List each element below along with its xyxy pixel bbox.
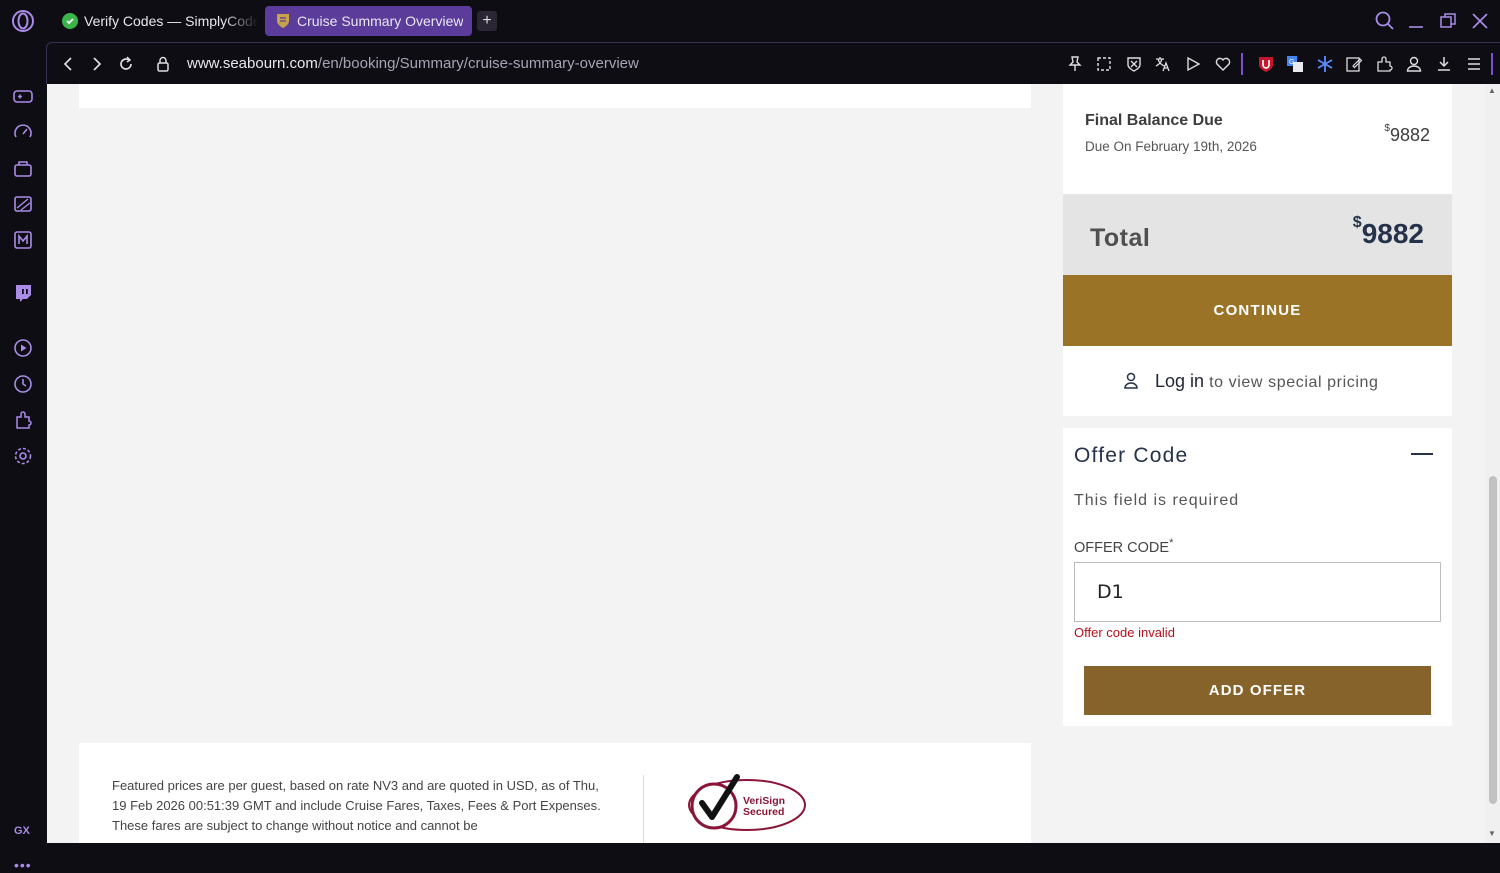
footer-card: Featured prices are per guest, based on … (79, 743, 1031, 843)
offer-code-panel: Offer Code This field is required OFFER … (1063, 428, 1452, 726)
address-bar: www.seabourn.com/en/booking/Summary/crui… (46, 42, 1500, 84)
final-balance-card: Final Balance Due Due On February 19th, … (1063, 84, 1452, 194)
offer-code-input[interactable] (1074, 562, 1441, 622)
m-icon[interactable] (12, 229, 34, 251)
gamepad-icon[interactable] (12, 85, 34, 107)
url-field[interactable]: www.seabourn.com/en/booking/Summary/crui… (187, 55, 639, 72)
tab-verify-codes[interactable]: Verify Codes — SimplyCodes (52, 6, 258, 36)
scrollbar-thumb[interactable] (1489, 476, 1497, 804)
pricing-disclaimer: Featured prices are per guest, based on … (112, 778, 601, 833)
offer-code-label-text: OFFER CODE (1074, 539, 1170, 556)
ublock-icon[interactable] (1257, 55, 1275, 73)
settings-icon[interactable] (12, 445, 34, 467)
adblock-icon[interactable] (1125, 55, 1143, 73)
minimize-icon[interactable] (1405, 10, 1427, 32)
offer-code-error: Offer code invalid (1074, 625, 1175, 640)
collapse-icon[interactable] (1411, 453, 1433, 455)
total-label: Total (1090, 224, 1151, 252)
download-icon[interactable] (1435, 55, 1453, 73)
reload-icon[interactable] (117, 55, 135, 73)
final-balance-amount: $9882 (1384, 123, 1430, 146)
svg-text:G: G (1289, 59, 1294, 66)
scroll-down-icon[interactable]: ▼ (1488, 829, 1496, 838)
edit-icon[interactable] (1345, 55, 1363, 73)
url-host: www.seabourn.com (187, 55, 318, 72)
divider (643, 775, 644, 843)
total-amount: $9882 (1353, 214, 1424, 250)
shield-icon (275, 13, 291, 29)
login-prompt: Log in to view special pricing (1063, 346, 1452, 416)
scroll-up-icon[interactable]: ▲ (1488, 86, 1496, 95)
restore-icon[interactable] (1437, 10, 1459, 32)
tab-label: Verify Codes — SimplyCodes (84, 13, 258, 29)
simplycodes-favicon-icon (62, 13, 78, 29)
browser-sidebar: GX ••• (0, 42, 46, 873)
back-icon[interactable] (59, 55, 77, 73)
url-path: /en/booking/Summary/cruise-summary-overv… (317, 55, 639, 72)
required-marker: * (1169, 537, 1174, 549)
sidebar-more-button[interactable]: ••• (14, 857, 32, 873)
translate-icon[interactable] (1154, 55, 1172, 73)
total-bar: Total $9882 (1063, 194, 1452, 276)
amount-value: 9882 (1361, 218, 1424, 249)
login-suffix: to view special pricing (1204, 374, 1379, 391)
offer-code-label: OFFER CODE* (1074, 537, 1173, 556)
speedometer-icon[interactable] (12, 121, 34, 143)
final-balance-title: Final Balance Due (1085, 112, 1223, 129)
google-translate-icon[interactable]: G (1286, 55, 1304, 73)
lock-icon[interactable] (154, 55, 172, 73)
currency-symbol: $ (1384, 123, 1390, 134)
close-icon[interactable] (1469, 10, 1491, 32)
profile-icon[interactable] (1405, 55, 1423, 73)
content-card (79, 84, 1031, 108)
toolbar-separator (1241, 53, 1243, 75)
final-balance-due-date: Due On February 19th, 2026 (1085, 139, 1257, 154)
add-offer-button[interactable]: ADD OFFER (1084, 666, 1431, 715)
tab-label: Cruise Summary Overview (297, 13, 464, 29)
snapshot-icon[interactable] (1095, 55, 1113, 73)
offer-code-title: Offer Code (1074, 444, 1189, 467)
required-message: This field is required (1074, 492, 1240, 509)
toolbar-separator (1491, 53, 1493, 75)
web-page: Featured prices are per guest, based on … (47, 84, 1486, 843)
twitch-icon[interactable] (12, 282, 34, 304)
wallpaper-icon[interactable] (12, 193, 34, 215)
menu-icon[interactable] (1465, 55, 1483, 73)
opera-logo-icon[interactable] (11, 9, 35, 33)
heart-icon[interactable] (1214, 55, 1232, 73)
currency-symbol: $ (1352, 214, 1362, 231)
search-icon[interactable] (1374, 10, 1396, 32)
bag-icon[interactable] (12, 157, 34, 179)
pin-icon[interactable] (1066, 55, 1084, 73)
tab-bar: Verify Codes — SimplyCodes Cruise Summar… (0, 0, 1500, 42)
verisign-seal-icon[interactable]: VeriSign Secured (687, 773, 807, 833)
amount-value: 9882 (1389, 125, 1430, 145)
seal-text: Secured (743, 806, 784, 818)
user-icon (1124, 372, 1138, 389)
tab-cruise-summary[interactable]: Cruise Summary Overview (265, 6, 472, 36)
extensions-icon[interactable] (1375, 55, 1393, 73)
player-icon[interactable] (1184, 55, 1202, 73)
snowflake-icon[interactable] (1316, 55, 1334, 73)
player-icon[interactable] (12, 337, 34, 359)
continue-button[interactable]: CONTINUE (1063, 275, 1452, 346)
new-tab-button[interactable]: + (477, 11, 497, 31)
gx-corner-button[interactable]: GX (14, 825, 30, 837)
login-text: Log in to view special pricing (1155, 371, 1379, 392)
login-link[interactable]: Log in (1155, 371, 1204, 391)
forward-icon[interactable] (88, 55, 106, 73)
history-icon[interactable] (12, 373, 34, 395)
extensions-icon[interactable] (12, 409, 34, 431)
